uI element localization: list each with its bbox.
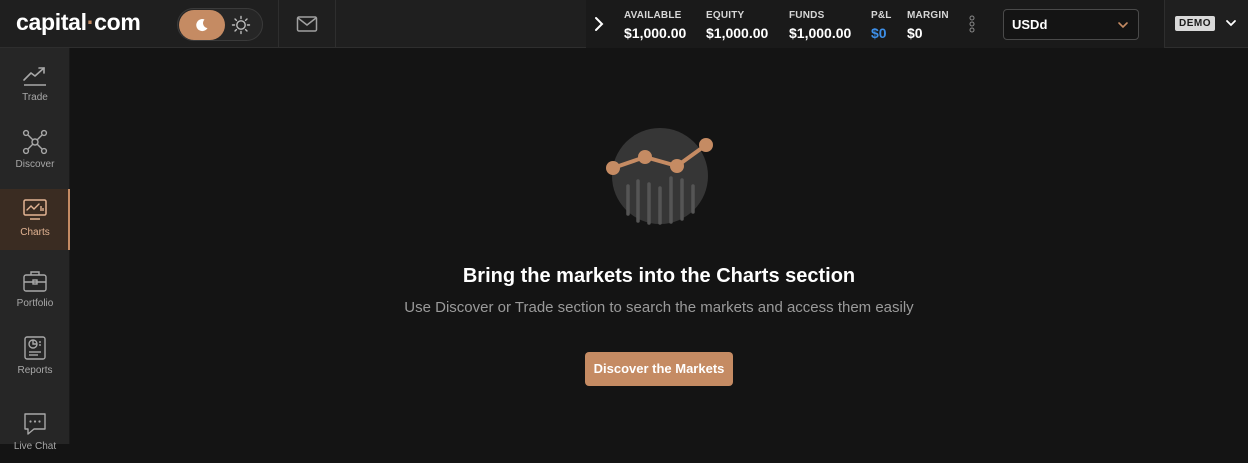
chevron-right-icon[interactable]: [592, 15, 606, 33]
demo-badge[interactable]: DEMO: [1175, 16, 1215, 31]
briefcase-icon: [23, 271, 47, 292]
top-header: capital·com AVAILABLE $1,000.00 EQUITY $…: [0, 0, 1248, 48]
sidebar-item-charts[interactable]: Charts: [0, 189, 70, 250]
network-nodes-icon: [22, 129, 48, 155]
moon-icon: [196, 19, 208, 32]
sidebar-item-reports[interactable]: Reports: [0, 327, 70, 387]
chevron-down-icon: [1118, 22, 1128, 29]
discover-markets-button[interactable]: Discover the Markets: [585, 352, 733, 386]
sidebar-item-discover[interactable]: Discover: [0, 121, 70, 181]
sidebar-item-portfolio[interactable]: Portfolio: [0, 260, 70, 320]
metric-margin: MARGIN $0: [907, 10, 949, 41]
empty-state-subtitle: Use Discover or Trade section to search …: [404, 299, 914, 316]
sidebar-item-trade[interactable]: Trade: [0, 54, 70, 114]
chart-illustration-icon: [606, 128, 713, 225]
chevron-down-icon[interactable]: [1225, 18, 1237, 28]
metric-equity: EQUITY $1,000.00: [706, 10, 769, 41]
sun-icon: [231, 15, 251, 35]
brand-logo[interactable]: capital·com: [16, 9, 141, 36]
chat-bubble-icon: [24, 413, 46, 435]
light-mode-option[interactable]: [230, 14, 252, 36]
empty-state-title: Bring the markets into the Charts sectio…: [462, 265, 856, 287]
report-icon: [24, 336, 46, 360]
dark-mode-option[interactable]: [179, 10, 225, 40]
theme-toggle[interactable]: [177, 8, 263, 41]
metric-available: AVAILABLE $1,000.00: [624, 10, 687, 41]
charts-empty-state: Bring the markets into the Charts sectio…: [70, 48, 1248, 444]
metric-pnl: P&L $0: [871, 10, 892, 41]
metric-funds: FUNDS $1,000.00: [789, 10, 852, 41]
trend-chart-icon: [23, 67, 46, 86]
sidebar-item-live-chat[interactable]: Live Chat: [0, 403, 70, 463]
sidebar-nav: Trade Discover Charts Portfolio Reports …: [0, 48, 70, 452]
more-options-icon[interactable]: [969, 14, 975, 34]
header-divider: [1164, 0, 1165, 48]
mail-icon[interactable]: [296, 14, 318, 34]
chart-monitor-icon: [23, 199, 47, 220]
currency-select[interactable]: USDd: [1003, 9, 1139, 40]
header-divider: [335, 0, 336, 48]
header-divider: [278, 0, 279, 48]
